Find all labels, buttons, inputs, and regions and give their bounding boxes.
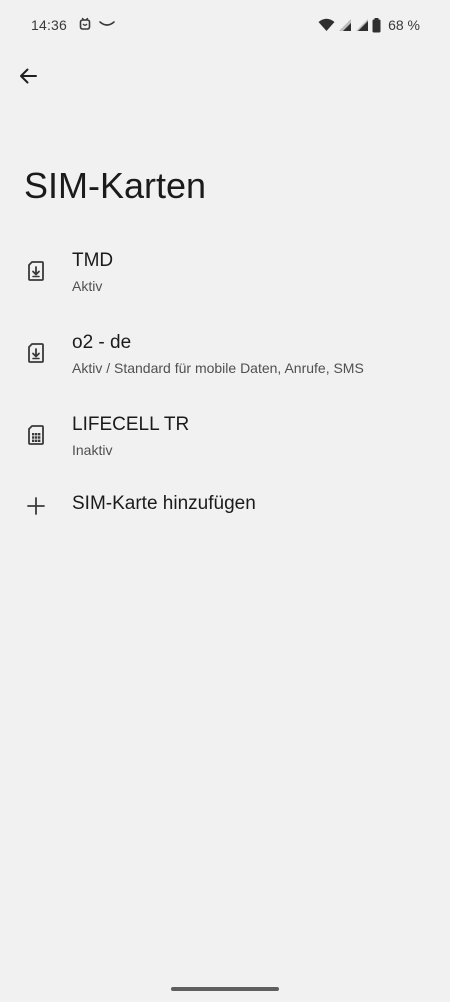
esim-download-icon — [24, 259, 48, 283]
sim-status: Inaktiv — [72, 442, 113, 458]
notification-wave-icon — [98, 16, 116, 32]
status-time: 14:36 — [31, 17, 68, 33]
sim-item-lifecell[interactable]: LIFECELL TR Inaktiv — [0, 396, 450, 478]
status-right-cluster: 68 % — [318, 15, 420, 35]
back-button[interactable] — [12, 62, 44, 94]
signal-icon — [355, 18, 369, 32]
signal-icon — [338, 18, 352, 32]
sim-card-icon — [24, 423, 48, 447]
sim-item-o2[interactable]: o2 - de Aktiv / Standard für mobile Date… — [0, 314, 450, 396]
sim-status: Aktiv / Standard für mobile Daten, Anruf… — [72, 360, 364, 376]
arrow-back-icon — [18, 66, 38, 91]
add-sim-label: SIM-Karte hinzufügen — [72, 493, 256, 514]
add-sim-button[interactable]: SIM-Karte hinzufügen — [0, 478, 450, 534]
battery-icon — [372, 17, 381, 33]
esim-download-icon — [24, 341, 48, 365]
sim-list: TMD Aktiv o2 - de Aktiv / Standard für m… — [0, 232, 450, 534]
status-bar: 14:36 68 % — [0, 0, 450, 52]
sim-status: Aktiv — [72, 278, 103, 294]
sim-name: LIFECELL TR — [72, 414, 190, 435]
notification-app-icon — [77, 16, 93, 32]
page-title: SIM-Karten — [24, 165, 207, 206]
wifi-icon — [318, 18, 335, 32]
battery-percent: 68 % — [388, 17, 420, 33]
plus-icon — [24, 494, 48, 518]
sim-name: o2 - de — [72, 332, 132, 353]
gesture-nav-handle[interactable] — [171, 987, 279, 991]
sim-item-tmd[interactable]: TMD Aktiv — [0, 232, 450, 314]
sim-name: TMD — [72, 250, 114, 271]
